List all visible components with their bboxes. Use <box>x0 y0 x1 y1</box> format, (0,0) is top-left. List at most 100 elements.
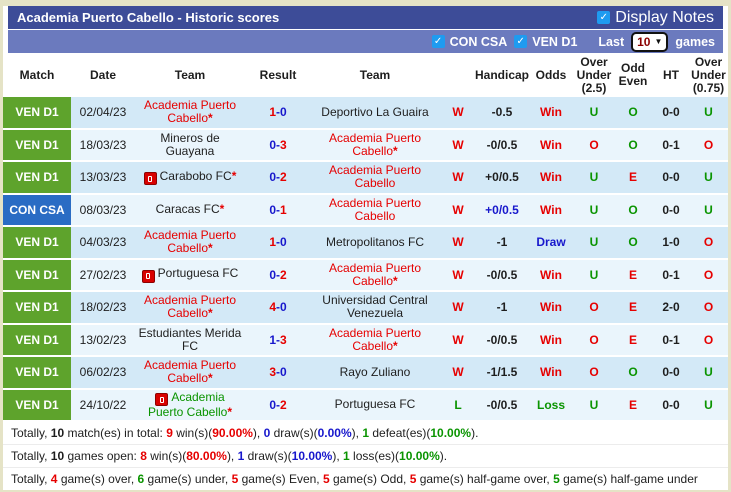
result-letter: W <box>452 105 464 120</box>
summary-segment: loss(es)( <box>349 449 400 463</box>
home-team-link[interactable]: Carabobo FC* <box>143 169 236 185</box>
display-notes-checkbox[interactable]: ✓ <box>597 11 611 24</box>
away-team-link[interactable]: Academia Puerto Cabello* <box>313 326 437 353</box>
result-letter: W <box>452 170 464 185</box>
home-team-link[interactable]: Portuguesa FC <box>141 267 238 283</box>
over-under-075: O <box>703 137 714 152</box>
home-team-link[interactable]: Academia Puerto Cabello* <box>137 390 243 420</box>
team-name: Universidad Central Venezuela <box>322 293 428 321</box>
team-name: Metropolitanos FC <box>325 234 425 249</box>
home-team-link[interactable]: Academia Puerto Cabello* <box>137 99 243 125</box>
summary-segment: ), <box>332 449 344 463</box>
team-star: * <box>208 306 213 321</box>
last-label: Last <box>598 34 625 49</box>
result-letter: W <box>452 202 464 217</box>
match-date: 24/10/22 <box>79 397 127 412</box>
away-team-link[interactable]: Rayo Zuliano <box>339 364 411 379</box>
away-team-link[interactable]: Academia Puerto Cabello* <box>313 261 437 288</box>
games-count-select[interactable]: 10 ▼ <box>631 31 669 52</box>
column-header: Over Under (0.75) <box>691 54 726 95</box>
home-score: 0 <box>269 397 276 412</box>
summary-segment: 4 <box>50 472 58 486</box>
over-under-075: O <box>703 267 714 282</box>
away-team-link[interactable]: Deportivo La Guaira <box>321 105 428 119</box>
table-row: VEN D1 13/03/23 Carabobo FC* 0-2 Academia Pu… <box>3 162 728 195</box>
match-score: 1-3 <box>245 325 311 356</box>
title-bar: Academia Puerto Cabello - Historic score… <box>8 6 723 29</box>
half-time-score: 0-0 <box>662 202 680 217</box>
summary-segment: win(s)( <box>172 426 213 440</box>
con-csa-checkbox[interactable]: ✓ <box>431 35 445 48</box>
summary-segment: ). <box>439 449 448 463</box>
match-score: 0-2 <box>245 260 311 291</box>
away-team-link[interactable]: Academia Puerto Cabello <box>313 164 437 190</box>
summary-segment: 1 <box>343 449 350 463</box>
over-under-25: O <box>589 300 599 315</box>
summary-segment: 6 <box>137 472 145 486</box>
match-score: 1-0 <box>245 97 311 128</box>
con-csa-toggle[interactable]: ✓ CON CSA <box>431 34 508 49</box>
summary-segment: 5 <box>322 472 330 486</box>
team-name: Academia Puerto Cabello <box>328 195 422 223</box>
summary-segment: game(s) half-game over, <box>416 472 554 486</box>
result-letter: W <box>452 300 464 315</box>
away-team-link[interactable]: Metropolitanos FC <box>325 234 425 249</box>
odd-even: O <box>628 137 638 152</box>
match-score: 1-0 <box>245 227 311 258</box>
away-score: 0 <box>280 235 287 250</box>
odds-result: Win <box>540 202 562 217</box>
handicap-value: -1 <box>496 235 508 250</box>
home-team-link[interactable]: Academia Puerto Cabello* <box>137 294 243 320</box>
home-team: Academia Puerto Cabello* <box>135 97 245 128</box>
team-name: Portuguesa FC <box>334 397 416 412</box>
team-star: * <box>393 273 398 288</box>
con-csa-label: CON CSA <box>449 34 508 49</box>
team-name: Rayo Zuliano <box>339 364 411 379</box>
home-team-link[interactable]: Academia Puerto Cabello* <box>137 359 243 385</box>
away-team-link[interactable]: Portuguesa FC <box>335 398 416 411</box>
ven-d1-toggle[interactable]: ✓ VEN D1 <box>514 35 577 49</box>
away-team-link[interactable]: Academia Puerto Cabello <box>313 195 437 223</box>
away-score: 3 <box>280 137 287 152</box>
home-team-link[interactable]: Estudiantes Merida FC <box>137 325 243 353</box>
summary-segment: 1 <box>362 426 370 440</box>
league-badge: VEN D1 <box>3 129 71 160</box>
summary-segment: ). <box>471 426 479 440</box>
column-header: Match <box>19 67 55 82</box>
away-score: 2 <box>280 267 287 282</box>
half-time-score: 0-0 <box>662 365 680 380</box>
over-under-075: U <box>704 365 713 380</box>
summary-line: Totally, 4 game(s) over, 6 game(s) under… <box>3 468 728 490</box>
handicap-value: -1 <box>496 300 508 315</box>
team-star: * <box>208 371 213 386</box>
team-name: Estudiantes Merida FC <box>138 325 242 353</box>
home-team: Academia Puerto Cabello* <box>135 227 245 258</box>
match-date: 18/03/23 <box>79 137 127 152</box>
summary-segment: 5 <box>231 472 239 486</box>
handicap-value: -0/0.5 <box>486 397 518 412</box>
away-team-link[interactable]: Universidad Central Venezuela <box>313 294 437 320</box>
odd-even: O <box>628 202 638 217</box>
home-score: 0 <box>269 267 276 282</box>
home-team: Mineros de Guayana <box>135 130 245 161</box>
home-score: 0 <box>269 137 276 152</box>
odds-result: Win <box>540 137 562 152</box>
away-score: 2 <box>280 170 287 185</box>
home-team-link[interactable]: Caracas FC* <box>156 203 225 216</box>
home-score: 3 <box>269 365 276 380</box>
summary-segment: ), <box>252 426 264 440</box>
home-team: Academia Puerto Cabello* <box>135 357 245 388</box>
ven-d1-checkbox[interactable]: ✓ <box>514 35 528 48</box>
away-team-link[interactable]: Academia Puerto Cabello* <box>313 131 437 158</box>
summary-segment: ), <box>226 449 238 463</box>
summary-segment: 10.00% <box>291 449 333 463</box>
team-name: Academia Puerto Cabello <box>143 293 237 321</box>
home-team-link[interactable]: Mineros de Guayana <box>137 131 243 158</box>
summary-segment: 5 <box>553 472 560 486</box>
away-team: Rayo Zuliano <box>311 357 439 388</box>
result-letter: W <box>452 267 464 282</box>
display-notes-toggle[interactable]: ✓ Display Notes <box>597 9 714 27</box>
summary-line: Totally, 10 match(es) in total: 9 win(s)… <box>3 422 728 445</box>
home-team-link[interactable]: Academia Puerto Cabello* <box>137 229 243 255</box>
summary-segment: 80.00% <box>186 449 227 463</box>
